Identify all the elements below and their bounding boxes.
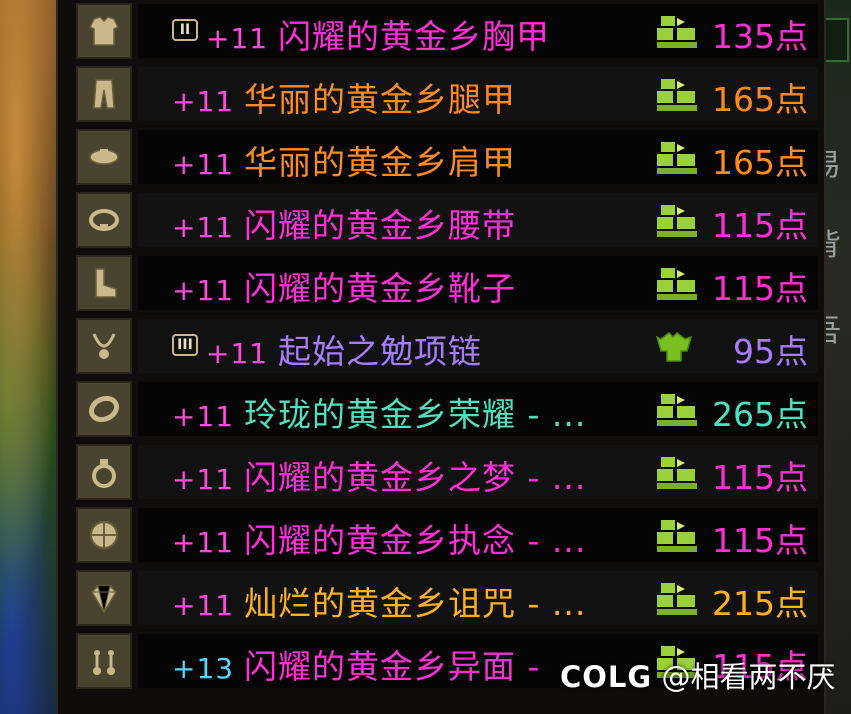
upgrade-level: +11 <box>206 337 278 370</box>
grade-tag: III <box>172 334 198 356</box>
upgrade-level: +11 <box>172 148 244 181</box>
boots-icon[interactable] <box>76 255 132 311</box>
item-points: 165点 <box>712 80 808 119</box>
item-name: +11 华丽的黄金乡腿甲 <box>172 73 516 121</box>
equipment-row[interactable]: +11 闪耀的黄金乡靴子 115点 <box>74 254 818 312</box>
item-points: 165点 <box>712 143 808 182</box>
item-points: 265点 <box>712 395 808 434</box>
item-points: 95点 <box>733 332 808 371</box>
item-title: 闪耀的黄金乡胸甲 <box>278 17 550 56</box>
leg-armor-icon[interactable] <box>76 66 132 122</box>
item-name: +11 灿烂的黄金乡诅咒 - ... <box>172 577 586 625</box>
upgrade-level: +11 <box>172 526 244 559</box>
shoulder-armor-icon[interactable] <box>76 129 132 185</box>
equipment-row[interactable]: +11 华丽的黄金乡肩甲 165点 <box>74 128 818 186</box>
upgrade-level: +11 <box>172 85 244 118</box>
upgrade-level: +11 <box>172 211 244 244</box>
item-name: +13 闪耀的黄金乡异面 - <box>172 640 540 688</box>
equipment-row[interactable]: +11 灿烂的黄金乡诅咒 - ... 215点 <box>74 569 818 627</box>
tradable-icon <box>654 518 700 554</box>
tradable-icon <box>654 203 700 239</box>
item-title: 闪耀的黄金乡之梦 - ... <box>244 458 587 497</box>
item-points: 115点 <box>712 458 808 497</box>
upgrade-level: +11 <box>206 22 278 55</box>
item-title: 闪耀的黄金乡异面 - <box>244 647 541 686</box>
grade-tag: II <box>172 19 198 41</box>
item-name: +11 闪耀的黄金乡之梦 - ... <box>172 451 586 499</box>
equipment-row[interactable]: II +11 闪耀的黄金乡胸甲 135点 <box>74 2 818 60</box>
upgrade-level: +11 <box>172 463 244 496</box>
watermark: COLG @相看两不厌 <box>560 654 835 696</box>
watermark-handle: @相看两不厌 <box>661 660 836 694</box>
item-title: 华丽的黄金乡肩甲 <box>244 143 516 182</box>
tradable-icon <box>654 392 700 428</box>
tradable-icon <box>654 266 700 302</box>
belt-icon[interactable] <box>76 192 132 248</box>
upgrade-level: +11 <box>172 274 244 307</box>
equipment-row[interactable]: +11 华丽的黄金乡腿甲 165点 <box>74 65 818 123</box>
tradable-icon <box>654 455 700 491</box>
item-name: +11 闪耀的黄金乡靴子 <box>172 262 516 310</box>
item-name: +11 起始之勉项链 <box>206 325 482 373</box>
upgrade-level: +11 <box>172 400 244 433</box>
chest-armor-icon[interactable] <box>76 3 132 59</box>
tradable-icon <box>654 140 700 176</box>
necklace-icon[interactable] <box>76 318 132 374</box>
tradable-icon <box>654 77 700 113</box>
equipment-row[interactable]: +11 闪耀的黄金乡之梦 - ... 115点 <box>74 443 818 501</box>
item-points: 115点 <box>712 206 808 245</box>
equipment-row[interactable]: III +11 起始之勉项链 95点 <box>74 317 818 375</box>
tradable-icon <box>654 14 700 50</box>
tradable-icon <box>654 581 700 617</box>
item-name: +11 华丽的黄金乡肩甲 <box>172 136 516 184</box>
item-points: 215点 <box>712 584 808 623</box>
item-title: 起始之勉项链 <box>278 332 482 371</box>
bracelet-icon[interactable] <box>76 381 132 437</box>
upgrade-level: +13 <box>172 652 244 685</box>
orb-icon[interactable] <box>76 507 132 563</box>
equipment-row[interactable]: +11 闪耀的黄金乡腰带 115点 <box>74 191 818 249</box>
item-name: +11 玲珑的黄金乡荣耀 - ... <box>172 388 586 436</box>
item-points: 115点 <box>712 269 808 308</box>
item-points: 135点 <box>712 17 808 56</box>
item-title: 闪耀的黄金乡腰带 <box>244 206 516 245</box>
earring-icon[interactable] <box>76 633 132 689</box>
item-title: 华丽的黄金乡腿甲 <box>244 80 516 119</box>
watermark-logo: COLG <box>560 660 653 694</box>
ring-icon[interactable] <box>76 444 132 500</box>
equipment-row[interactable]: +11 闪耀的黄金乡执念 - ... 115点 <box>74 506 818 564</box>
item-name: +11 闪耀的黄金乡腰带 <box>172 199 516 247</box>
item-title: 闪耀的黄金乡执念 - ... <box>244 521 587 560</box>
item-name: +11 闪耀的黄金乡胸甲 <box>206 10 550 58</box>
gem-icon[interactable] <box>76 570 132 626</box>
account-bound-icon <box>654 329 700 365</box>
item-title: 玲珑的黄金乡荣耀 - ... <box>244 395 587 434</box>
equipment-list-panel: II +11 闪耀的黄金乡胸甲 135点 +11 华丽的黄金乡腿甲 165点 +11 华丽… <box>56 0 826 714</box>
equipment-row[interactable]: +11 玲珑的黄金乡荣耀 - ... 265点 <box>74 380 818 438</box>
item-title: 灿烂的黄金乡诅咒 - ... <box>244 584 587 623</box>
upgrade-level: +11 <box>172 589 244 622</box>
item-name: +11 闪耀的黄金乡执念 - ... <box>172 514 586 562</box>
item-title: 闪耀的黄金乡靴子 <box>244 269 516 308</box>
item-points: 115点 <box>712 521 808 560</box>
